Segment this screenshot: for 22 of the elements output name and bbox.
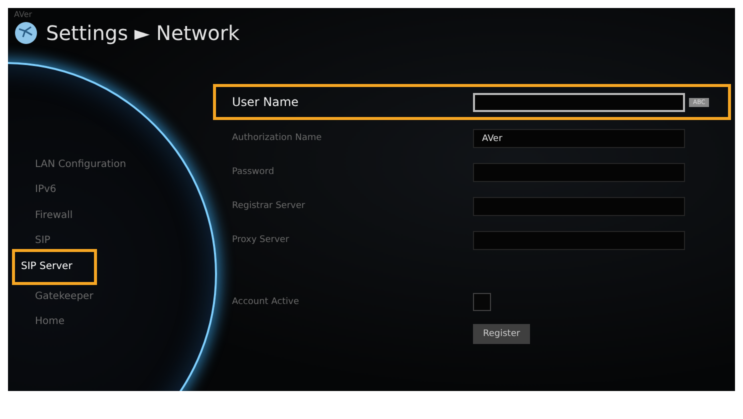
sidebar-item[interactable]: Home (8, 309, 89, 335)
globe-icon (14, 21, 38, 45)
field-label: Authorization Name (232, 133, 323, 143)
sidebar-item[interactable]: Gatekeeper (8, 284, 118, 310)
sidebar-item[interactable]: Firewall (8, 202, 97, 228)
checkbox[interactable] (473, 293, 491, 311)
sidebar-item[interactable]: SIP Server (12, 249, 98, 286)
sidebar-item[interactable]: LAN Configuration (8, 152, 150, 178)
field-label: Password (232, 167, 276, 177)
field-label: Proxy Server (232, 235, 290, 245)
sidebar-item[interactable]: IPv6 (8, 177, 80, 203)
page-title: Settings ► Network (46, 21, 240, 45)
field-label: Registrar Server (232, 201, 306, 211)
field-label: User Name (232, 95, 300, 109)
field-label: Account Active (232, 297, 300, 307)
input-field[interactable] (473, 230, 685, 250)
input-field[interactable]: AVer (473, 128, 685, 148)
input-field[interactable] (473, 162, 685, 182)
register-button[interactable]: Register (473, 324, 530, 344)
input-field[interactable] (473, 92, 685, 112)
input-field[interactable] (473, 196, 685, 216)
brand-label: AVer (14, 10, 34, 19)
